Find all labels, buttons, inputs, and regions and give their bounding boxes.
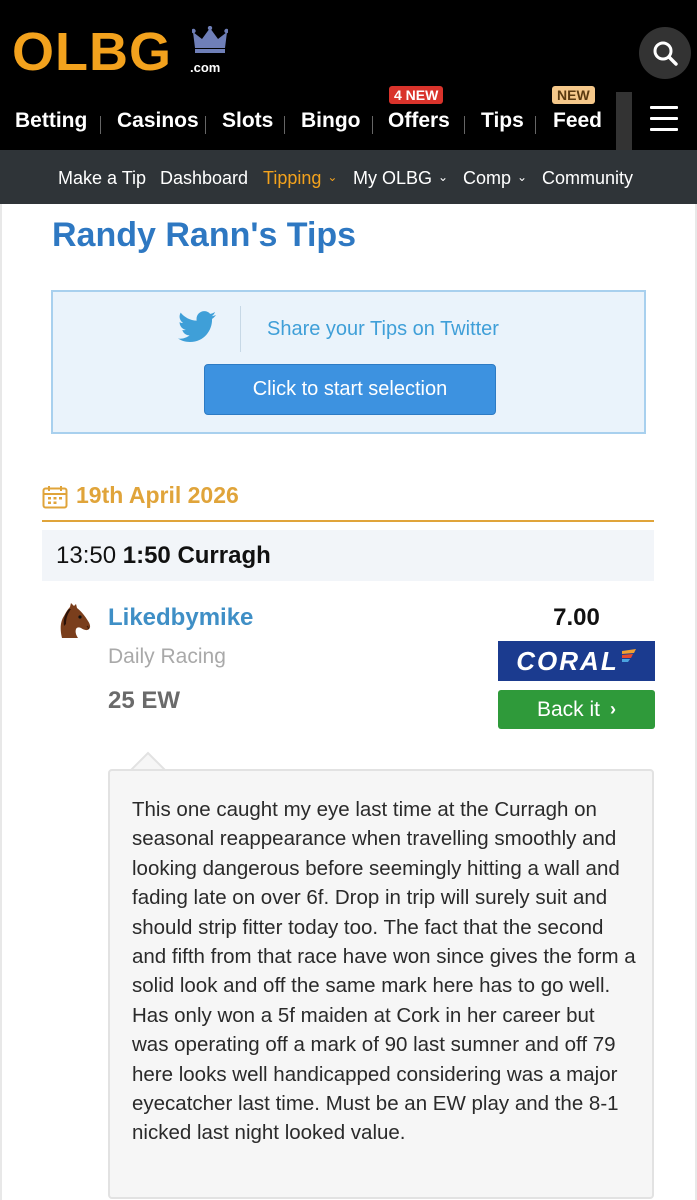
sub-nav: Make a Tip Dashboard Tipping ⌄ My OLBG ⌄ C…	[0, 150, 697, 204]
race-title: 13:50 1:50 Curragh	[56, 542, 271, 570]
nav-betting[interactable]: Betting	[15, 109, 87, 133]
nav-separator	[284, 116, 285, 134]
feed-new-badge: NEW	[552, 86, 595, 104]
subnav-community[interactable]: Community	[542, 168, 633, 189]
subnav-label: Community	[542, 168, 634, 188]
subnav-make-a-tip[interactable]: Make a Tip	[58, 168, 146, 189]
tip-category: Daily Racing	[108, 645, 226, 668]
subnav-comp[interactable]: Comp ⌄	[463, 168, 527, 189]
main-nav: Betting Casinos Slots Bingo 4 NEW Offers…	[0, 86, 697, 150]
logo-suffix: .com	[190, 60, 221, 75]
chevron-down-icon: ⌄	[438, 170, 449, 184]
search-button[interactable]	[639, 27, 691, 79]
chevron-down-icon: ⌄	[327, 170, 338, 184]
nav-separator	[372, 116, 373, 134]
nav-casinos[interactable]: Casinos	[117, 109, 199, 133]
search-icon	[653, 41, 678, 66]
coral-flag-icon	[621, 649, 636, 662]
olbg-logo[interactable]: OLBG .com	[12, 22, 228, 82]
share-on-twitter-link[interactable]: Share your Tips on Twitter	[267, 318, 499, 341]
subnav-label: Make a Tip	[58, 168, 147, 188]
tip-date: 19th April 2026	[76, 482, 239, 508]
menu-divider	[616, 92, 632, 150]
selection-name-link[interactable]: Likedbymike	[108, 604, 253, 632]
back-it-label: Back it	[536, 697, 601, 721]
calendar-icon	[42, 486, 68, 509]
tip-comment-box: This one caught my eye last time at the …	[108, 769, 654, 1199]
nav-separator	[535, 116, 536, 134]
nav-offers[interactable]: Offers	[388, 109, 450, 133]
subnav-label: Comp	[463, 168, 512, 188]
nav-tips[interactable]: Tips	[481, 109, 524, 133]
horse-head-icon	[60, 603, 91, 638]
logo-wordmark: OLBG	[12, 22, 172, 82]
nav-feed[interactable]: Feed	[553, 109, 602, 133]
start-selection-button[interactable]: Click to start selection	[204, 364, 496, 415]
tip-comment: This one caught my eye last time at the …	[132, 798, 636, 1145]
race-time: 13:50	[56, 542, 117, 569]
subnav-tipping[interactable]: Tipping ⌄	[263, 168, 337, 189]
share-divider	[240, 306, 241, 352]
back-it-button[interactable]: Back it ›	[498, 690, 655, 729]
subnav-my-olbg[interactable]: My OLBG ⌄	[353, 168, 448, 189]
top-header: OLBG .com Betting Casinos Slots Bingo 4 …	[0, 0, 697, 150]
bookmaker-name: CORAL	[516, 645, 619, 676]
nav-separator	[100, 116, 101, 134]
bookmaker-logo[interactable]: CORAL	[498, 641, 655, 681]
twitter-icon	[178, 311, 216, 343]
nav-bingo[interactable]: Bingo	[301, 109, 360, 133]
hamburger-menu-icon[interactable]	[650, 106, 678, 132]
nav-separator	[464, 116, 465, 134]
nav-slots[interactable]: Slots	[222, 109, 273, 133]
race-header: 13:50 1:50 Curragh	[42, 530, 654, 581]
subnav-dashboard[interactable]: Dashboard	[160, 168, 248, 189]
subnav-label: Tipping	[263, 168, 322, 188]
page-title: Randy Rann's Tips	[52, 216, 357, 254]
nav-separator	[205, 116, 206, 134]
twitter-share-panel: Share your Tips on Twitter Click to star…	[51, 290, 646, 434]
offers-new-badge: 4 NEW	[389, 86, 444, 104]
tip-stake: 25 EW	[108, 687, 181, 714]
comment-pointer	[130, 751, 166, 771]
subnav-label: Dashboard	[160, 168, 249, 188]
tip-date-header: 19th April 2026	[42, 480, 654, 522]
race-name: 1:50 Curragh	[122, 542, 271, 569]
tip-odds: 7.00	[553, 604, 600, 631]
chevron-down-icon: ⌄	[517, 170, 528, 184]
crown-icon	[192, 26, 228, 53]
subnav-label: My OLBG	[353, 168, 433, 188]
content-border-left	[0, 204, 2, 1200]
main-content: Randy Rann's Tips Share your Tips on Twi…	[0, 204, 697, 1200]
chevron-right-icon: ›	[610, 699, 617, 719]
